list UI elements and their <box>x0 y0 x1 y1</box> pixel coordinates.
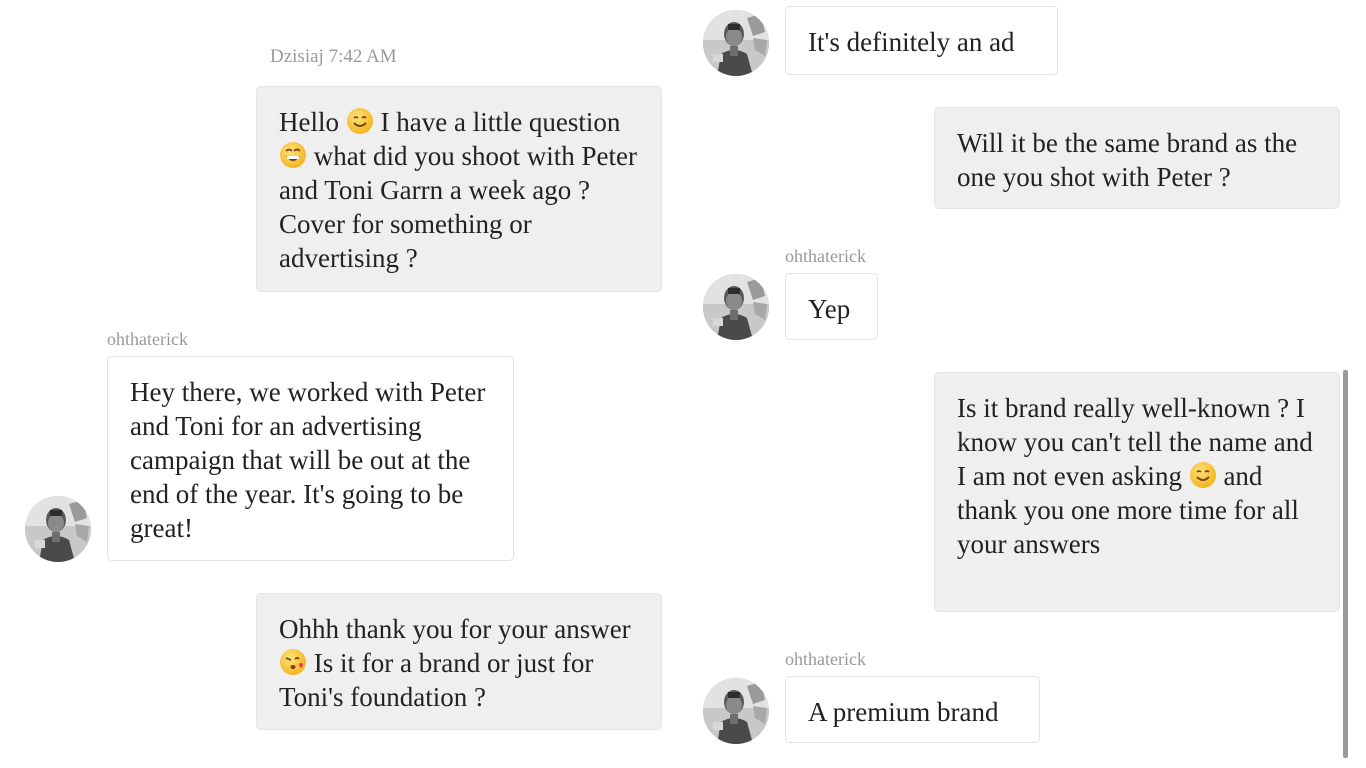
avatar[interactable] <box>25 496 91 562</box>
scrollbar[interactable] <box>1343 370 1348 758</box>
kissing-face-icon <box>279 648 307 676</box>
outgoing-message-bubble[interactable]: Ohhh thank you for your answer Is it for… <box>256 593 662 730</box>
chat-window: Dzisiaj 7:42 AM Hello I have a little qu… <box>0 0 1366 768</box>
grinning-face-icon <box>279 141 307 169</box>
incoming-message-bubble[interactable]: Yep <box>785 273 878 340</box>
avatar[interactable] <box>703 10 769 76</box>
avatar[interactable] <box>703 274 769 340</box>
chat-column-right: It's definitely an ad Will it be the sam… <box>683 0 1366 768</box>
message-text: Hello <box>279 107 346 137</box>
outgoing-message-bubble[interactable]: Will it be the same brand as the one you… <box>934 107 1340 209</box>
outgoing-message-bubble[interactable]: Is it brand really well-known ? I know y… <box>934 372 1340 612</box>
message-text: what did you shoot with Peter and Toni G… <box>279 141 637 273</box>
incoming-message-bubble[interactable]: A premium brand <box>785 676 1040 743</box>
sender-username: ohthaterick <box>107 329 188 349</box>
message-timestamp: Dzisiaj 7:42 AM <box>270 46 397 67</box>
smiling-face-icon <box>346 107 374 135</box>
chat-column-left: Dzisiaj 7:42 AM Hello I have a little qu… <box>0 0 683 768</box>
message-text: Ohhh thank you for your answer <box>279 614 631 644</box>
smiling-face-icon <box>1189 461 1217 489</box>
avatar[interactable] <box>703 678 769 744</box>
sender-username: ohthaterick <box>785 246 866 266</box>
outgoing-message-bubble[interactable]: Hello I have a little question what did … <box>256 86 662 292</box>
message-text: Is it for a brand or just for Toni's fou… <box>279 648 594 712</box>
sender-username: ohthaterick <box>785 649 866 669</box>
message-text: I have a little question <box>373 107 621 137</box>
incoming-message-bubble[interactable]: It's definitely an ad <box>785 6 1058 75</box>
incoming-message-bubble[interactable]: Hey there, we worked with Peter and Toni… <box>107 356 514 561</box>
